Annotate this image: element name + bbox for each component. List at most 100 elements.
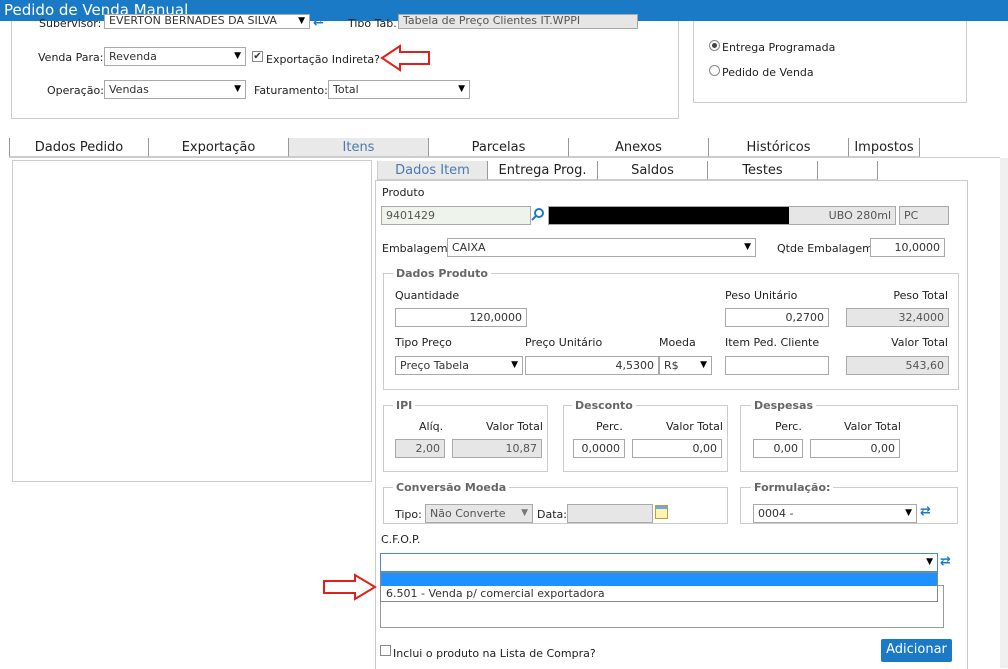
entrega-programada-radio[interactable] xyxy=(709,40,720,51)
dropdown-arrow-icon: ▼ xyxy=(700,360,707,370)
tab-testes[interactable]: Testes xyxy=(708,161,818,180)
tab-empty xyxy=(818,161,878,180)
quantidade-field[interactable]: 120,0000 xyxy=(395,308,527,327)
tab-itens[interactable]: Itens xyxy=(289,138,429,157)
annotation-arrow-icon xyxy=(323,573,377,601)
valor-total-field[interactable]: 543,60 xyxy=(846,356,949,375)
despesas-legend: Despesas xyxy=(751,399,816,412)
ipi-aliq-label: Alíq. xyxy=(419,420,444,433)
desconto-legend: Desconto xyxy=(572,399,636,412)
supervisor-value: EVERTON BERNADES DA SILVA xyxy=(109,14,277,27)
cfop-label: C.F.O.P. xyxy=(381,533,421,546)
dados-produto-legend: Dados Produto xyxy=(393,267,491,280)
exportacao-indireta-label: Exportação Indireta? xyxy=(266,53,380,66)
annotation-arrow-icon xyxy=(380,44,430,72)
tab-entrega-prog[interactable]: Entrega Prog. xyxy=(488,161,598,180)
produto-label: Produto xyxy=(382,186,425,199)
search-icon[interactable] xyxy=(531,207,547,223)
desconto-perc-label: Perc. xyxy=(596,420,623,433)
despesas-perc-label: Perc. xyxy=(775,420,802,433)
item-ped-cliente-field[interactable] xyxy=(725,356,829,375)
dropdown-arrow-icon: ▼ xyxy=(234,51,241,61)
operacao-value: Vendas xyxy=(109,83,149,96)
calendar-icon[interactable] xyxy=(655,505,668,519)
cfop-select[interactable]: ▼ xyxy=(380,553,938,572)
qtde-embalagem-field[interactable]: 10,0000 xyxy=(870,238,945,257)
operacao-select[interactable]: Vendas ▼ xyxy=(104,80,246,99)
item-list-panel[interactable] xyxy=(12,160,372,482)
venda-para-label: Venda Para: xyxy=(38,51,104,64)
tipo-tab-label: Tipo Tab.: xyxy=(348,17,401,27)
embalagem-select[interactable]: CAIXA ▼ xyxy=(447,238,756,257)
adicionar-button[interactable]: Adicionar xyxy=(881,639,952,662)
refresh-icon[interactable]: ⇄ xyxy=(940,555,952,568)
produto-code-field[interactable]: 9401429 xyxy=(381,206,531,225)
redacted-block xyxy=(549,207,789,224)
tab-anexos[interactable]: Anexos xyxy=(569,138,709,157)
exportacao-indireta-checkbox[interactable]: ✔ xyxy=(252,51,263,62)
desconto-perc-field[interactable]: 0,0000 xyxy=(573,439,625,458)
tab-historicos[interactable]: Históricos xyxy=(709,138,849,157)
preco-unitario-field[interactable]: 4,5300 xyxy=(525,356,659,375)
preco-unitario-label: Preço Unitário xyxy=(525,336,603,349)
faturamento-select[interactable]: Total ▼ xyxy=(328,80,470,99)
tab-impostos[interactable]: Impostos xyxy=(849,138,920,157)
ipi-aliq-field[interactable]: 2,00 xyxy=(395,439,445,458)
ipi-legend: IPI xyxy=(393,399,416,412)
formulacao-value: 0004 - xyxy=(758,507,794,520)
cfop-option-6501[interactable]: 6.501 - Venda p/ comercial exportadora xyxy=(381,586,937,601)
despesas-perc-field[interactable]: 0,00 xyxy=(753,439,803,458)
ipi-valor-total-label: Valor Total xyxy=(486,420,543,433)
tab-saldos[interactable]: Saldos xyxy=(598,161,708,180)
desconto-valor-total-label: Valor Total xyxy=(666,420,723,433)
tab-dados-item[interactable]: Dados Item xyxy=(377,161,488,180)
venda-para-value: Revenda xyxy=(109,50,157,63)
conversao-tipo-value: Não Converte xyxy=(430,507,506,520)
dropdown-arrow-icon: ▼ xyxy=(744,242,751,252)
tipo-pedido-panel xyxy=(693,21,967,103)
moeda-select[interactable]: R$ ▼ xyxy=(659,356,712,375)
tipo-preco-select[interactable]: Preço Tabela ▼ xyxy=(395,356,523,375)
dropdown-arrow-icon: ▼ xyxy=(905,508,912,518)
supervisor-select[interactable]: EVERTON BERNADES DA SILVA ▼ xyxy=(104,14,310,29)
pedido-venda-radio[interactable] xyxy=(709,65,720,76)
despesas-valor-total-label: Valor Total xyxy=(844,420,901,433)
peso-unitario-field[interactable]: 0,2700 xyxy=(725,308,829,327)
conversao-tipo-label: Tipo: xyxy=(395,508,422,521)
moeda-label: Moeda xyxy=(659,336,696,349)
header-panel xyxy=(11,21,679,119)
tipo-tab-field[interactable]: Tabela de Preço Clientes IT.WPPI xyxy=(398,14,638,29)
refresh-icon[interactable]: ⇄ xyxy=(313,15,325,28)
scrollbar[interactable] xyxy=(1000,158,1008,668)
faturamento-value: Total xyxy=(333,83,359,96)
conversao-data-field[interactable] xyxy=(567,504,653,523)
item-ped-cliente-label: Item Ped. Cliente xyxy=(725,336,820,349)
valor-total-label: Valor Total xyxy=(891,336,948,349)
dropdown-arrow-icon: ▼ xyxy=(926,557,933,567)
despesas-valor-total-field[interactable]: 0,00 xyxy=(810,439,900,458)
produto-desc-field[interactable]: UBO 280ml xyxy=(548,206,896,225)
dropdown-arrow-icon: ▼ xyxy=(234,84,241,94)
refresh-icon[interactable]: ⇄ xyxy=(920,505,932,518)
operacao-label: Operação: xyxy=(47,84,104,97)
formulacao-select[interactable]: 0004 - ▼ xyxy=(753,504,917,523)
tab-exportacao[interactable]: Exportação xyxy=(149,138,289,157)
peso-total-label: Peso Total xyxy=(893,289,948,302)
venda-para-select[interactable]: Revenda ▼ xyxy=(104,47,246,66)
entrega-programada-label: Entrega Programada xyxy=(722,41,836,54)
lista-compra-checkbox[interactable] xyxy=(380,645,391,656)
peso-total-field[interactable]: 32,4000 xyxy=(846,308,949,327)
conversao-tipo-select[interactable]: Não Converte ▼ xyxy=(425,504,533,523)
lista-compra-label: Inclui o produto na Lista de Compra? xyxy=(393,647,596,660)
tipo-preco-value: Preço Tabela xyxy=(400,359,469,372)
unidade-field[interactable]: PC xyxy=(899,206,949,225)
pedido-venda-label: Pedido de Venda xyxy=(722,66,814,79)
desconto-valor-total-field[interactable]: 0,00 xyxy=(632,439,722,458)
cfop-option-empty[interactable] xyxy=(381,573,937,586)
faturamento-label: Faturamento: xyxy=(254,84,328,97)
ipi-valor-total-field[interactable]: 10,87 xyxy=(452,439,542,458)
tab-dados-pedido[interactable]: Dados Pedido xyxy=(9,138,149,157)
dropdown-arrow-icon: ▼ xyxy=(511,360,518,370)
dropdown-arrow-icon: ▼ xyxy=(458,84,465,94)
tab-parcelas[interactable]: Parcelas xyxy=(429,138,569,157)
